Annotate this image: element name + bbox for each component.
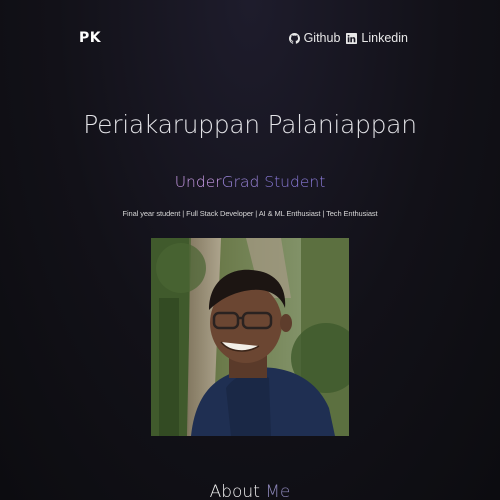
- role-part-under: Under: [174, 173, 222, 191]
- profile-photo-illustration: [151, 238, 349, 436]
- profile-photo: [151, 238, 349, 436]
- linkedin-link[interactable]: Linkedin: [346, 31, 408, 45]
- role-part-grad: Grad: [221, 173, 260, 191]
- hero-name: Periakaruppan Palaniappan: [83, 110, 417, 139]
- about-heading-second: Me: [265, 482, 291, 500]
- github-label: Github: [303, 31, 341, 45]
- about-heading-first: About: [209, 482, 260, 500]
- top-nav: PK Github Linkedin: [0, 0, 500, 76]
- github-icon: [288, 32, 300, 44]
- linkedin-label: Linkedin: [361, 31, 408, 45]
- hero-tagline: Final year student | Full Stack Develope…: [122, 209, 378, 218]
- hero-role: UnderGrad Student: [0, 173, 500, 191]
- logo-link[interactable]: PK: [79, 30, 101, 46]
- about-heading: About Me: [0, 482, 500, 500]
- github-link[interactable]: Github: [288, 31, 341, 45]
- nav-links: Github Linkedin: [288, 31, 408, 45]
- linkedin-icon: [346, 32, 358, 44]
- role-part-student: Student: [259, 173, 326, 191]
